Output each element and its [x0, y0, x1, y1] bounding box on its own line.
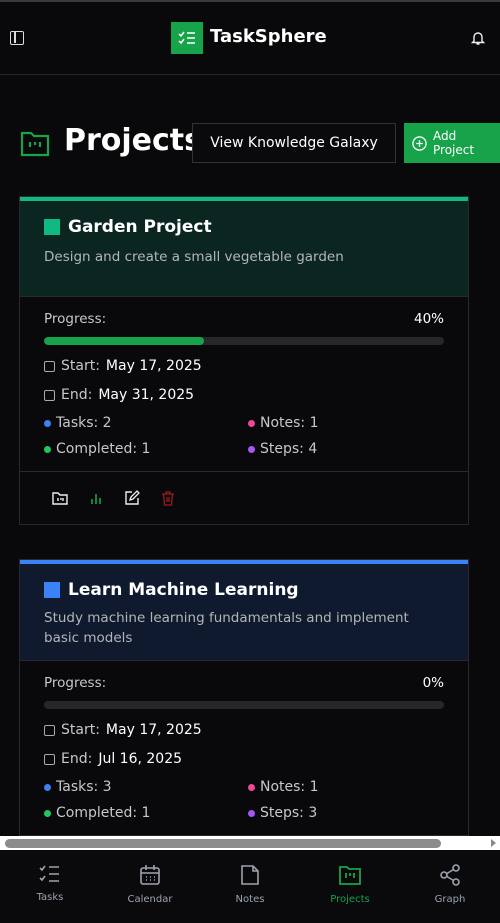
edit-icon[interactable] — [124, 490, 140, 506]
note-icon — [241, 865, 259, 885]
plus-circle-icon — [412, 135, 427, 151]
bell-icon[interactable] — [470, 30, 486, 46]
project-actions — [20, 471, 468, 524]
start-label: Start: — [61, 722, 100, 738]
end-label: End: — [61, 387, 93, 403]
progress-value: 0% — [422, 675, 444, 691]
tasks-count: Tasks: 2 — [44, 415, 248, 431]
progress-label: Progress: — [44, 675, 107, 691]
view-knowledge-galaxy-button[interactable]: View Knowledge Galaxy — [192, 123, 396, 163]
nav-label: Tasks — [36, 892, 64, 903]
page-title: Projects — [64, 123, 203, 158]
calendar-icon — [44, 360, 55, 372]
steps-count: Steps: 3 — [248, 805, 444, 821]
end-date: May 31, 2025 — [98, 387, 195, 403]
bottom-nav: Tasks Calendar Notes Projects Graph — [0, 850, 500, 923]
project-description: Study machine learning fundamentals and … — [44, 610, 409, 646]
progress-bar — [44, 337, 444, 345]
start-label: Start: — [61, 358, 100, 374]
nav-label: Calendar — [127, 894, 173, 905]
chart-icon[interactable] — [88, 491, 104, 505]
project-color-icon — [44, 582, 60, 598]
sidebar-toggle-icon[interactable] — [10, 31, 24, 45]
projects-folder-icon — [339, 866, 361, 885]
nav-calendar[interactable]: Calendar — [100, 850, 200, 923]
progress-value: 40% — [413, 311, 444, 327]
tasks-icon — [39, 865, 59, 882]
add-project-label: Add Project — [433, 129, 475, 157]
progress-fill — [44, 337, 204, 345]
nav-label: Projects — [330, 894, 370, 905]
end-date: Jul 16, 2025 — [98, 751, 183, 767]
nav-projects[interactable]: Projects — [300, 850, 400, 923]
notes-count: Notes: 1 — [248, 415, 444, 431]
project-name: Garden Project — [68, 217, 212, 237]
start-date: May 17, 2025 — [105, 722, 202, 738]
projects-folder-icon — [20, 131, 50, 157]
tasks-count: Tasks: 3 — [44, 779, 248, 795]
project-card-body: Progress: 40% Start: May 17, 2025 End: May … — [20, 296, 468, 457]
nav-label: Notes — [235, 894, 265, 905]
nav-notes[interactable]: Notes — [200, 850, 300, 923]
progress-label: Progress: — [44, 311, 107, 327]
app-header: TaskSphere — [0, 2, 500, 75]
end-label: End: — [61, 751, 93, 767]
logo-icon — [171, 22, 203, 54]
share-graph-icon — [440, 864, 460, 886]
calendar-icon — [140, 865, 160, 885]
nav-label: Graph — [434, 894, 466, 905]
start-date: May 17, 2025 — [105, 358, 202, 374]
app-name: TaskSphere — [210, 26, 327, 47]
calendar-icon — [44, 753, 55, 765]
delete-icon[interactable] — [160, 490, 176, 506]
project-card[interactable]: Garden Project Design and create a small… — [19, 196, 469, 525]
calendar-icon — [44, 389, 55, 401]
calendar-icon — [44, 724, 55, 736]
project-card-header: Garden Project Design and create a small… — [20, 201, 468, 296]
project-card-header: Learn Machine Learning Study machine lea… — [20, 564, 468, 660]
project-card-body: Progress: 0% Start: May 17, 2025 End: Jul 1… — [20, 660, 468, 821]
project-description: Design and create a small vegetable gard… — [44, 249, 344, 265]
horizontal-scrollbar[interactable] — [0, 836, 500, 850]
steps-count: Steps: 4 — [248, 441, 444, 457]
nav-tasks[interactable]: Tasks — [0, 850, 100, 923]
completed-count: Completed: 1 — [44, 441, 248, 457]
scroll-right-arrow-icon[interactable] — [491, 839, 496, 847]
project-card[interactable]: Learn Machine Learning Study machine lea… — [19, 559, 469, 836]
open-folder-icon[interactable] — [52, 491, 68, 505]
scrollbar-thumb[interactable] — [5, 839, 441, 848]
completed-count: Completed: 1 — [44, 805, 248, 821]
page-header: Projects View Knowledge Galaxy Add Proje… — [20, 123, 500, 163]
project-color-icon — [44, 219, 60, 235]
add-project-button[interactable]: Add Project — [404, 123, 500, 163]
project-name: Learn Machine Learning — [68, 580, 299, 600]
notes-count: Notes: 1 — [248, 779, 444, 795]
progress-bar — [44, 701, 444, 709]
nav-graph[interactable]: Graph — [400, 850, 500, 923]
